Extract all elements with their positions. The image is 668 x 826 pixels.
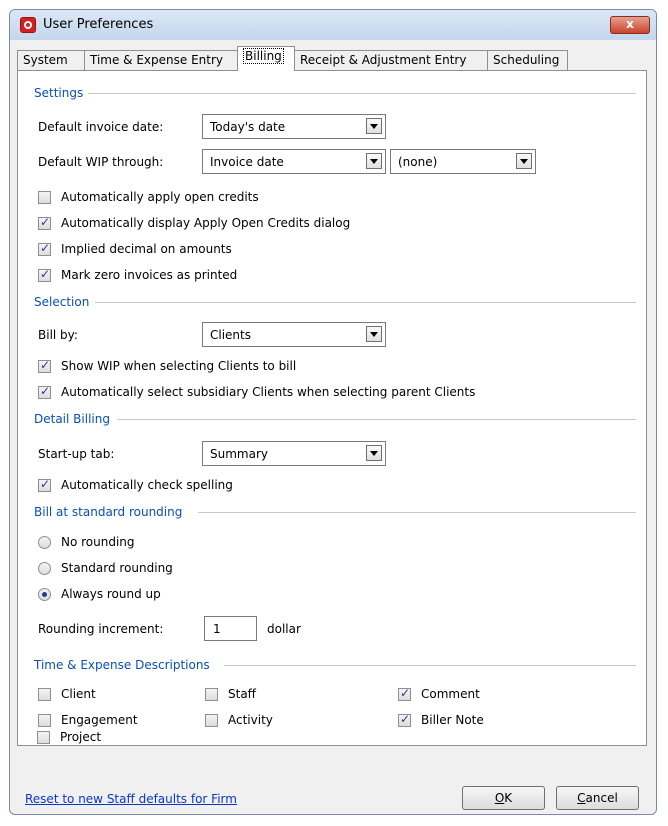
startup-tab-label: Start-up tab:: [38, 447, 115, 461]
select-subsidiary-label: Automatically select subsidiary Clients …: [61, 385, 476, 399]
no-rounding-label: No rounding: [61, 535, 135, 549]
chevron-down-icon[interactable]: [366, 118, 382, 134]
descriptions-heading: Time & Expense Descriptions: [34, 658, 210, 672]
mark-zero-invoices-checkbox[interactable]: [38, 267, 51, 282]
tab-time-expense-entry[interactable]: Time & Expense Entry: [84, 50, 238, 70]
rounding-increment-unit: dollar: [267, 622, 301, 636]
invoice-date-value: Today's date: [210, 120, 286, 134]
show-wip-label: Show WIP when selecting Clients to bill: [61, 359, 297, 373]
desc-activity-label: Activity: [228, 713, 273, 727]
apply-open-credits-label: Automatically apply open credits: [61, 190, 259, 204]
rounding-increment-label: Rounding increment:: [38, 622, 164, 636]
desc-biller-note-label: Biller Note: [421, 713, 484, 727]
desc-client-checkbox[interactable]: [38, 688, 51, 701]
invoice-date-label: Default invoice date:: [38, 120, 164, 134]
chevron-down-icon[interactable]: [366, 326, 382, 342]
invoice-date-select[interactable]: Today's date: [202, 114, 386, 139]
ok-button-rest: K: [504, 791, 513, 805]
tab-receipt-adjustment-entry[interactable]: Receipt & Adjustment Entry: [294, 50, 488, 70]
select-subsidiary-checkbox[interactable]: [38, 384, 51, 399]
app-icon: [20, 17, 36, 33]
desc-engagement-checkbox[interactable]: [38, 714, 51, 727]
window-title: User Preferences: [43, 17, 154, 32]
startup-tab-select[interactable]: Summary: [202, 441, 386, 466]
settings-divider: [88, 93, 636, 94]
ok-button[interactable]: OK: [462, 786, 545, 810]
check-spelling-label: Automatically check spelling: [61, 478, 233, 492]
chevron-down-icon[interactable]: [366, 153, 382, 169]
display-apply-credits-checkbox[interactable]: [38, 215, 51, 230]
always-round-up-radio[interactable]: [38, 588, 51, 601]
startup-tab-value: Summary: [210, 447, 268, 461]
reset-defaults-link[interactable]: Reset to new Staff defaults for Firm: [25, 792, 237, 806]
desc-comment-label: Comment: [421, 687, 480, 701]
tab-system[interactable]: System: [17, 50, 85, 70]
bill-by-value: Clients: [210, 328, 251, 342]
desc-engagement-label: Engagement: [61, 713, 138, 727]
desc-staff-checkbox[interactable]: [205, 688, 218, 701]
tab-scheduling[interactable]: Scheduling: [487, 50, 568, 70]
wip-through-secondary-select[interactable]: (none): [390, 149, 536, 174]
apply-open-credits-checkbox[interactable]: [38, 191, 51, 204]
wip-through-secondary-value: (none): [398, 155, 438, 169]
display-apply-credits-label: Automatically display Apply Open Credits…: [61, 216, 351, 230]
close-button[interactable]: x: [610, 16, 650, 34]
settings-heading: Settings: [34, 86, 84, 100]
rounding-divider: [198, 512, 636, 513]
desc-activity-checkbox[interactable]: [205, 714, 218, 727]
chevron-down-icon[interactable]: [516, 153, 532, 169]
descriptions-divider: [224, 665, 636, 666]
selection-heading: Selection: [34, 295, 90, 309]
tab-billing[interactable]: Billing: [237, 46, 295, 71]
desc-client-label: Client: [61, 687, 96, 701]
implied-decimal-checkbox[interactable]: [38, 241, 51, 256]
desc-comment-checkbox[interactable]: [398, 686, 411, 701]
detail-billing-heading: Detail Billing: [34, 412, 110, 426]
rounding-increment-value: 1: [213, 622, 221, 636]
wip-through-value: Invoice date: [210, 155, 284, 169]
wip-through-select[interactable]: Invoice date: [202, 149, 386, 174]
detail-billing-divider: [117, 419, 636, 420]
rounding-increment-input[interactable]: 1: [204, 616, 257, 641]
always-round-up-label: Always round up: [61, 587, 161, 601]
wip-through-label: Default WIP through:: [38, 155, 164, 169]
standard-rounding-label: Standard rounding: [61, 561, 173, 575]
desc-project-label: Project: [60, 730, 102, 744]
no-rounding-radio[interactable]: [38, 536, 51, 549]
bill-by-select[interactable]: Clients: [202, 322, 386, 347]
ok-button-accel: O: [494, 791, 505, 805]
desc-biller-note-checkbox[interactable]: [398, 712, 411, 727]
cancel-button-rest: ancel: [585, 791, 618, 805]
mark-zero-invoices-label: Mark zero invoices as printed: [61, 268, 238, 282]
standard-rounding-radio[interactable]: [38, 562, 51, 575]
show-wip-checkbox[interactable]: [38, 358, 51, 373]
tab-billing-label: Billing: [243, 48, 284, 64]
billing-panel: Settings Default invoice date: Today's d…: [17, 70, 647, 746]
desc-project-checkbox[interactable]: [37, 731, 50, 744]
chevron-down-icon[interactable]: [366, 445, 382, 461]
cancel-button[interactable]: Cancel: [556, 786, 639, 810]
rounding-heading: Bill at standard rounding: [34, 505, 183, 519]
user-preferences-window: User Preferences x System Time & Expense…: [9, 9, 657, 815]
cancel-button-accel: C: [577, 791, 586, 805]
implied-decimal-label: Implied decimal on amounts: [61, 242, 232, 256]
selection-divider: [95, 302, 636, 303]
bill-by-label: Bill by:: [38, 328, 78, 342]
desc-staff-label: Staff: [228, 687, 256, 701]
check-spelling-checkbox[interactable]: [38, 477, 51, 492]
title-bar: User Preferences x: [10, 10, 656, 40]
